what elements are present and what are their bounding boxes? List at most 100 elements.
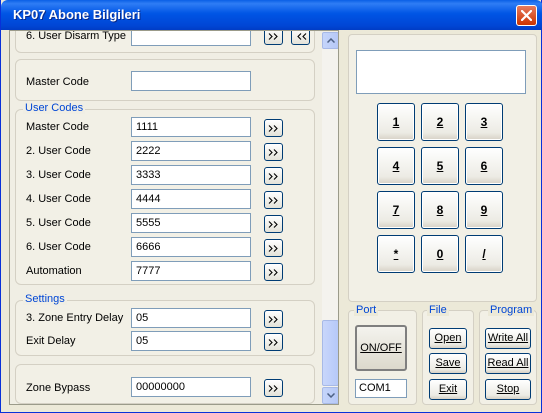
master-code-top-field[interactable] <box>131 71 251 91</box>
settings-scroll-area[interactable]: 6. User Disarm Type Master Code User Cod… <box>9 30 339 405</box>
user-code-3-label: 3. User Code <box>26 169 91 181</box>
user-codes-legend: User Codes <box>23 102 86 114</box>
exit-button[interactable]: Exit <box>429 379 467 400</box>
write-all-label: Write All <box>487 332 529 344</box>
exit-delay-label: Exit Delay <box>26 335 76 347</box>
user-code-4-label: 4. User Code <box>26 193 91 205</box>
user-code-5-button[interactable] <box>264 215 283 233</box>
stop-button[interactable]: Stop <box>485 379 531 400</box>
zone-entry-delay-label: 3. Zone Entry Delay <box>26 312 124 324</box>
user-code-6-field[interactable]: 6666 <box>131 237 251 257</box>
user-code-2-field[interactable]: 2222 <box>131 141 251 161</box>
arrow-up-icon <box>327 38 335 43</box>
chevron-double-right-icon <box>268 316 278 323</box>
key-2[interactable]: 2 <box>421 103 459 141</box>
exit-label: Exit <box>438 383 458 395</box>
program-legend: Program <box>488 304 535 316</box>
user-code-6-button[interactable] <box>264 239 283 257</box>
save-button[interactable]: Save <box>429 353 467 374</box>
open-button[interactable]: Open <box>429 328 467 349</box>
close-button[interactable] <box>516 5 537 26</box>
port-legend: Port <box>354 304 379 316</box>
chevron-double-right-icon <box>268 385 278 392</box>
chevron-double-right-icon <box>268 149 278 156</box>
group-settings: Settings 3. Zone Entry Delay 05 Exit Del… <box>15 293 315 356</box>
chevron-double-right-icon <box>268 339 278 346</box>
port-panel: Port ON/OFF COM1 <box>348 304 417 405</box>
group-master: Master Code <box>15 59 315 101</box>
key-6[interactable]: 6 <box>465 147 503 185</box>
key-8[interactable]: 8 <box>421 191 459 229</box>
close-icon <box>521 10 532 21</box>
chevron-double-right-icon <box>268 197 278 204</box>
master-code-button[interactable] <box>264 119 283 137</box>
zone-entry-delay-button[interactable] <box>264 310 283 328</box>
master-code-top-label: Master Code <box>26 76 89 88</box>
automation-label: Automation <box>26 265 82 277</box>
automation-button[interactable] <box>264 263 283 281</box>
keypad-panel: 1 2 3 4 5 6 7 8 9 * 0 / <box>348 34 537 302</box>
stop-label: Stop <box>496 383 520 395</box>
key-0[interactable]: 0 <box>421 235 459 273</box>
key-7[interactable]: 7 <box>377 191 415 229</box>
scroll-up-button[interactable] <box>322 32 338 49</box>
key-slash[interactable]: / <box>465 235 503 273</box>
user-code-3-field[interactable]: 3333 <box>131 165 251 185</box>
chevron-double-right-icon <box>268 33 278 40</box>
user-disarm-type-label: 6. User Disarm Type <box>26 30 127 42</box>
key-star[interactable]: * <box>377 235 415 273</box>
user-disarm-type-extra-button[interactable] <box>291 31 310 45</box>
chevron-double-right-icon <box>268 173 278 180</box>
group-user-codes: User Codes Master Code 1111 2. User Code… <box>15 102 315 285</box>
title-bar[interactable]: KP07 Abone Bilgileri <box>1 0 542 30</box>
onoff-label: ON/OFF <box>360 342 402 354</box>
read-all-button[interactable]: Read All <box>485 353 531 374</box>
arrow-down-icon <box>327 393 335 398</box>
automation-field[interactable]: 7777 <box>131 261 251 281</box>
scroll-thumb[interactable] <box>322 320 338 386</box>
master-code-field[interactable]: 1111 <box>131 117 251 137</box>
scroll-down-button[interactable] <box>322 387 338 404</box>
user-code-2-label: 2. User Code <box>26 145 91 157</box>
key-9[interactable]: 9 <box>465 191 503 229</box>
chevron-double-right-icon <box>268 221 278 228</box>
user-code-2-button[interactable] <box>264 143 283 161</box>
vertical-scrollbar[interactable] <box>322 32 338 404</box>
user-code-4-field[interactable]: 4444 <box>131 189 251 209</box>
window: KP07 Abone Bilgileri 6. User Disarm Type… <box>0 0 542 413</box>
file-panel: File Open Save Exit <box>422 304 474 405</box>
key-4[interactable]: 4 <box>377 147 415 185</box>
user-code-6-label: 6. User Code <box>26 241 91 253</box>
zone-bypass-label: Zone Bypass <box>26 382 91 394</box>
chevron-double-right-icon <box>268 125 278 132</box>
key-5[interactable]: 5 <box>421 147 459 185</box>
save-label: Save <box>435 357 461 369</box>
user-code-4-button[interactable] <box>264 191 283 209</box>
open-label: Open <box>434 332 462 344</box>
user-code-5-label: 5. User Code <box>26 217 91 229</box>
write-all-button[interactable]: Write All <box>485 328 531 349</box>
user-code-5-field[interactable]: 5555 <box>131 213 251 233</box>
group-zone-bypass: Zone Bypass 00000000 <box>15 364 315 404</box>
com-port-field[interactable]: COM1 <box>355 379 407 398</box>
chevron-double-right-icon <box>268 245 278 252</box>
key-3[interactable]: 3 <box>465 103 503 141</box>
group-disarm: 6. User Disarm Type <box>15 30 315 53</box>
zone-bypass-button[interactable] <box>264 379 283 397</box>
window-title: KP07 Abone Bilgileri <box>13 7 141 22</box>
keypad-display <box>356 50 526 94</box>
key-1[interactable]: 1 <box>377 103 415 141</box>
zone-bypass-field[interactable]: 00000000 <box>131 377 251 397</box>
chevron-double-left-icon <box>297 33 307 40</box>
settings-legend: Settings <box>23 293 67 305</box>
user-disarm-type-field[interactable] <box>131 31 251 46</box>
program-panel: Program Write All Read All Stop <box>479 304 537 405</box>
zone-entry-delay-field[interactable]: 05 <box>131 308 251 328</box>
user-code-3-button[interactable] <box>264 167 283 185</box>
master-code-label: Master Code <box>26 121 89 133</box>
exit-delay-field[interactable]: 05 <box>131 331 251 351</box>
onoff-button[interactable]: ON/OFF <box>355 325 407 371</box>
file-legend: File <box>427 304 449 316</box>
exit-delay-button[interactable] <box>264 333 283 351</box>
user-disarm-type-button[interactable] <box>264 31 283 45</box>
